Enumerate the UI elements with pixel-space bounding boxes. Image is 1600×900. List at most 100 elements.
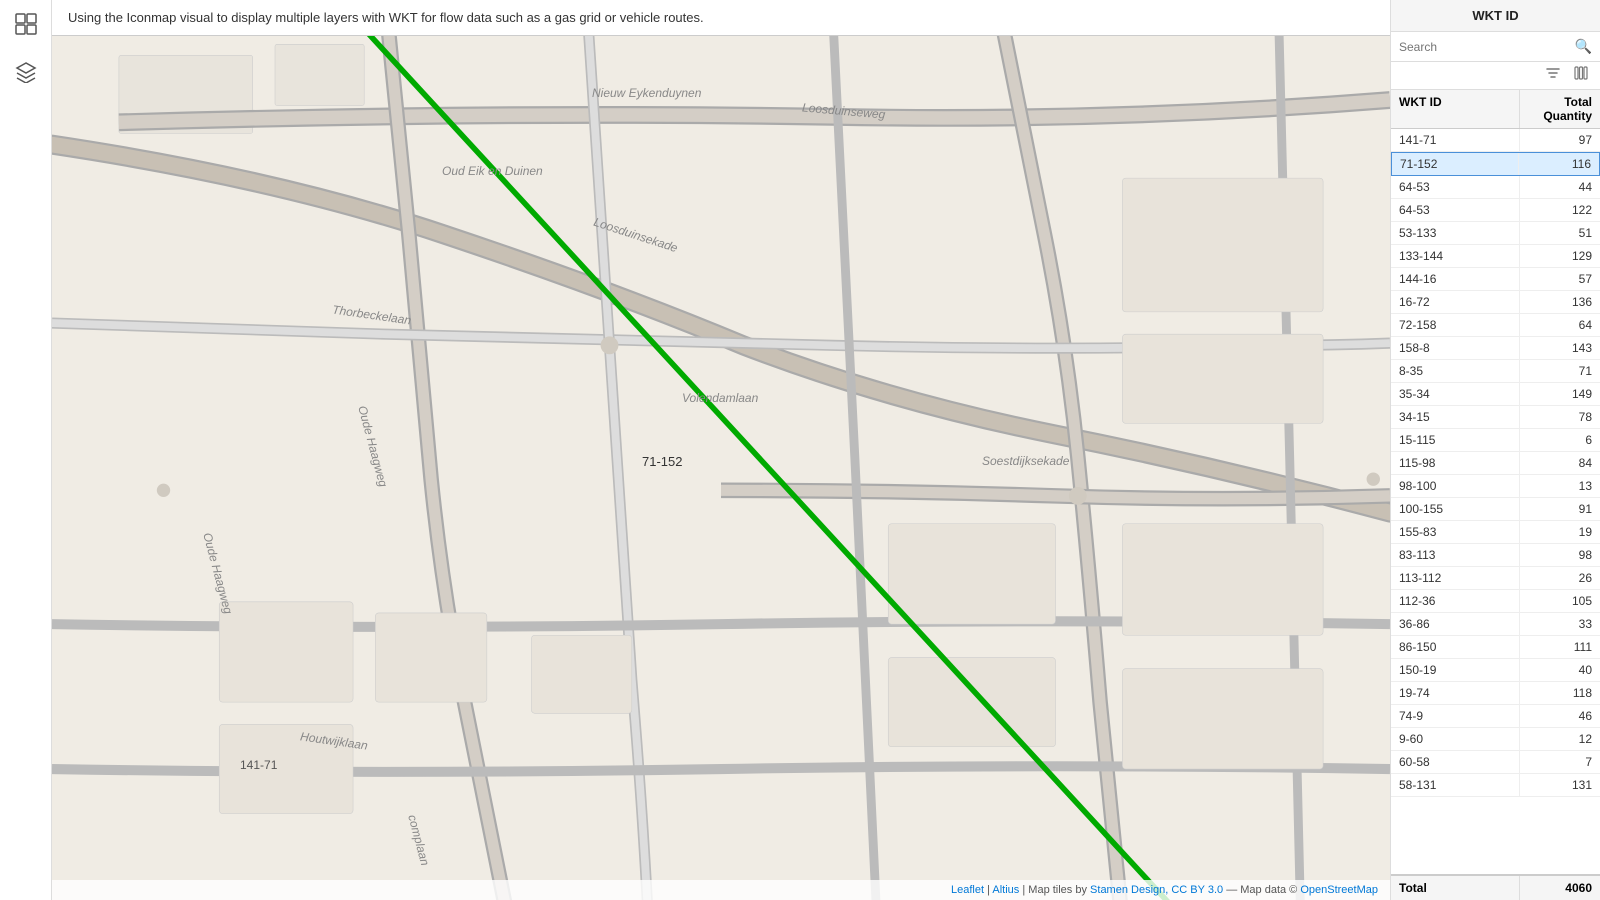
description-text: Using the Iconmap visual to display mult… — [68, 10, 704, 25]
right-panel: WKT ID 🔍 WKT ID Total Quantity 141-71 97… — [1390, 0, 1600, 900]
filter-button[interactable] — [1542, 64, 1564, 85]
altius-link[interactable]: Altius — [992, 884, 1019, 896]
cell-qty: 19 — [1520, 521, 1600, 543]
main-area: Using the Iconmap visual to display mult… — [52, 0, 1390, 900]
panel-actions — [1391, 62, 1600, 90]
cell-wkt-id: 74-9 — [1391, 705, 1520, 727]
cell-qty: 129 — [1520, 245, 1600, 267]
table-row[interactable]: 53-133 51 — [1391, 222, 1600, 245]
table-row[interactable]: 86-150 111 — [1391, 636, 1600, 659]
cell-qty: 98 — [1520, 544, 1600, 566]
search-bar: 🔍 — [1391, 32, 1600, 62]
cell-qty: 84 — [1520, 452, 1600, 474]
top-bar: Using the Iconmap visual to display mult… — [52, 0, 1390, 36]
cell-qty: 57 — [1520, 268, 1600, 290]
grid-icon[interactable] — [10, 8, 42, 40]
columns-button[interactable] — [1570, 64, 1592, 85]
table-row[interactable]: 98-100 13 — [1391, 475, 1600, 498]
cell-qty: 51 — [1520, 222, 1600, 244]
cell-wkt-id: 15-115 — [1391, 429, 1520, 451]
cell-wkt-id: 64-53 — [1391, 199, 1520, 221]
table-body: 141-71 97 71-152 116 64-53 44 64-53 122 … — [1391, 129, 1600, 874]
search-input[interactable] — [1399, 40, 1571, 54]
cell-wkt-id: 53-133 — [1391, 222, 1520, 244]
cell-qty: 33 — [1520, 613, 1600, 635]
cell-qty: 13 — [1520, 475, 1600, 497]
table-row[interactable]: 113-112 26 — [1391, 567, 1600, 590]
cell-qty: 136 — [1520, 291, 1600, 313]
cell-wkt-id: 113-112 — [1391, 567, 1520, 589]
table-row[interactable]: 158-8 143 — [1391, 337, 1600, 360]
cell-wkt-id: 71-152 — [1392, 153, 1519, 175]
table-row[interactable]: 71-152 116 — [1391, 152, 1600, 176]
cell-qty: 40 — [1520, 659, 1600, 681]
osm-link[interactable]: OpenStreetMap — [1300, 884, 1378, 896]
col-header-wkt-id: WKT ID — [1391, 90, 1520, 128]
table-row[interactable]: 72-158 64 — [1391, 314, 1600, 337]
table-row[interactable]: 100-155 91 — [1391, 498, 1600, 521]
table-row[interactable]: 133-144 129 — [1391, 245, 1600, 268]
attribution-text: | Map tiles by — [1022, 884, 1090, 896]
leaflet-link[interactable]: Leaflet — [951, 884, 984, 896]
layers-icon[interactable] — [10, 56, 42, 88]
table-row[interactable]: 8-35 71 — [1391, 360, 1600, 383]
table-row[interactable]: 36-86 33 — [1391, 613, 1600, 636]
cell-wkt-id: 34-15 — [1391, 406, 1520, 428]
map-container[interactable]: Nieuw Eykenduynen Loosduinseweg Oud Eik … — [52, 36, 1390, 900]
cell-wkt-id: 112-36 — [1391, 590, 1520, 612]
cell-qty: 149 — [1520, 383, 1600, 405]
cell-wkt-id: 83-113 — [1391, 544, 1520, 566]
cell-wkt-id: 36-86 — [1391, 613, 1520, 635]
cell-qty: 7 — [1520, 751, 1600, 773]
cell-wkt-id: 86-150 — [1391, 636, 1520, 658]
table-row[interactable]: 19-74 118 — [1391, 682, 1600, 705]
cell-wkt-id: 144-16 — [1391, 268, 1520, 290]
table-row[interactable]: 15-115 6 — [1391, 429, 1600, 452]
cell-wkt-id: 150-19 — [1391, 659, 1520, 681]
cell-wkt-id: 60-58 — [1391, 751, 1520, 773]
cell-qty: 64 — [1520, 314, 1600, 336]
cell-wkt-id: 16-72 — [1391, 291, 1520, 313]
cell-wkt-id: 133-144 — [1391, 245, 1520, 267]
table-row[interactable]: 64-53 122 — [1391, 199, 1600, 222]
cell-wkt-id: 64-53 — [1391, 176, 1520, 198]
cell-qty: 46 — [1520, 705, 1600, 727]
footer-value: 4060 — [1520, 876, 1600, 900]
cell-qty: 118 — [1520, 682, 1600, 704]
cell-qty: 131 — [1520, 774, 1600, 796]
cell-wkt-id: 98-100 — [1391, 475, 1520, 497]
cell-qty: 97 — [1520, 129, 1600, 151]
table-row[interactable]: 155-83 19 — [1391, 521, 1600, 544]
table-row[interactable]: 83-113 98 — [1391, 544, 1600, 567]
footer-label: Total — [1391, 876, 1520, 900]
table-row[interactable]: 74-9 46 — [1391, 705, 1600, 728]
table-row[interactable]: 34-15 78 — [1391, 406, 1600, 429]
cell-wkt-id: 35-34 — [1391, 383, 1520, 405]
table-row[interactable]: 16-72 136 — [1391, 291, 1600, 314]
attribution-bar: Leaflet | Altius | Map tiles by Stamen D… — [52, 880, 1390, 900]
cell-qty: 111 — [1520, 636, 1600, 658]
cell-qty: 78 — [1520, 406, 1600, 428]
table-row[interactable]: 115-98 84 — [1391, 452, 1600, 475]
table-row[interactable]: 35-34 149 — [1391, 383, 1600, 406]
table-row[interactable]: 9-60 12 — [1391, 728, 1600, 751]
table-header: WKT ID Total Quantity — [1391, 90, 1600, 129]
cell-qty: 105 — [1520, 590, 1600, 612]
stamen-link[interactable]: Stamen Design, CC BY 3.0 — [1090, 884, 1223, 896]
table-row[interactable]: 150-19 40 — [1391, 659, 1600, 682]
search-icon: 🔍 — [1575, 38, 1592, 55]
table-footer: Total 4060 — [1391, 874, 1600, 900]
cell-wkt-id: 155-83 — [1391, 521, 1520, 543]
table-row[interactable]: 112-36 105 — [1391, 590, 1600, 613]
table-row[interactable]: 141-71 97 — [1391, 129, 1600, 152]
cell-qty: 143 — [1520, 337, 1600, 359]
table-row[interactable]: 60-58 7 — [1391, 751, 1600, 774]
cell-qty: 26 — [1520, 567, 1600, 589]
table-row[interactable]: 64-53 44 — [1391, 176, 1600, 199]
table-row[interactable]: 144-16 57 — [1391, 268, 1600, 291]
cell-wkt-id: 58-131 — [1391, 774, 1520, 796]
left-sidebar — [0, 0, 52, 900]
table-row[interactable]: 58-131 131 — [1391, 774, 1600, 797]
cell-qty: 6 — [1520, 429, 1600, 451]
cell-qty: 71 — [1520, 360, 1600, 382]
